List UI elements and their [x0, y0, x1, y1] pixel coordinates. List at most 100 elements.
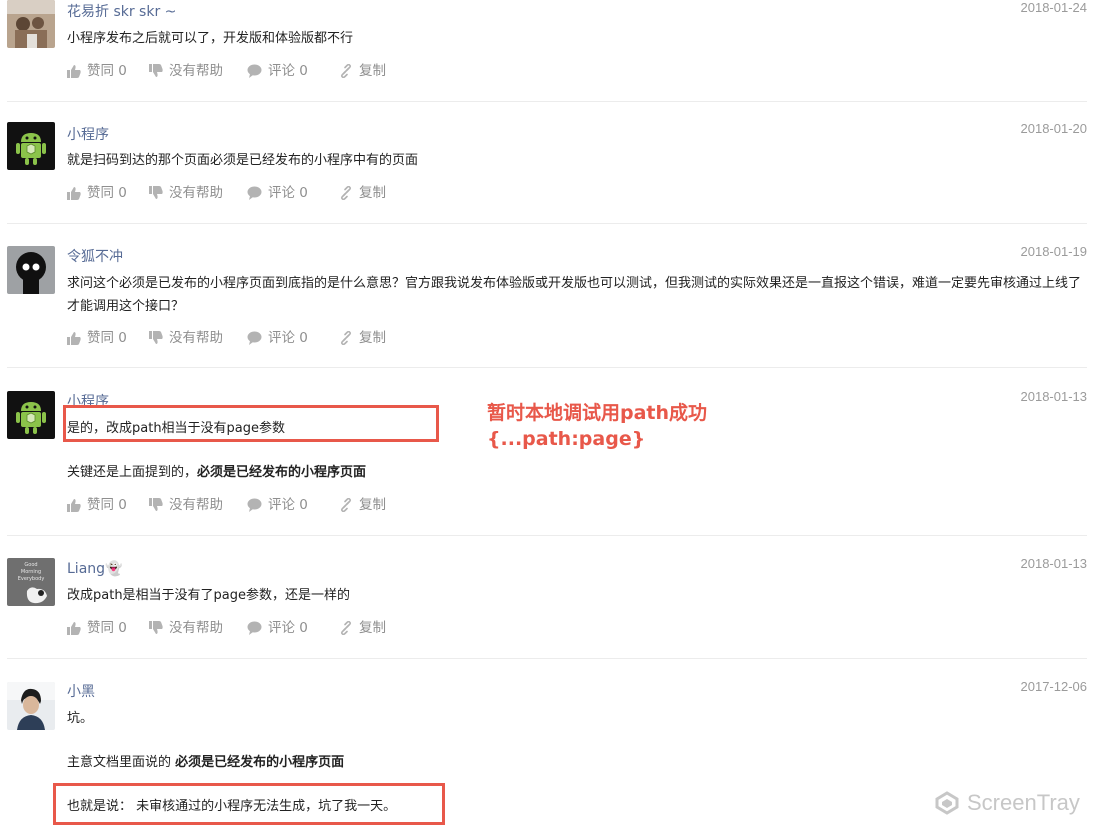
unhelpful-label: 没有帮助	[169, 497, 223, 513]
agree-button[interactable]: 赞同 0	[67, 495, 127, 515]
speech-bubble-icon	[247, 498, 262, 512]
speech-bubble-icon	[247, 186, 262, 200]
comment-label: 评论 0	[268, 185, 308, 201]
agree-label: 赞同 0	[87, 185, 127, 201]
thumbs-up-icon	[67, 499, 81, 512]
comment-label: 评论 0	[268, 63, 308, 79]
avatar[interactable]: Good Morning Everybody	[7, 558, 55, 606]
avatar[interactable]	[7, 391, 55, 439]
unhelpful-button[interactable]: 没有帮助	[149, 495, 223, 515]
agree-button[interactable]: 赞同 0	[67, 61, 127, 81]
avatar[interactable]	[7, 682, 55, 730]
thumbs-down-icon	[149, 498, 163, 511]
copy-button[interactable]: 复制	[339, 495, 386, 515]
highlight-box	[53, 783, 445, 825]
comment-button[interactable]: 评论 0	[247, 495, 308, 515]
agree-label: 赞同 0	[87, 330, 127, 346]
agree-label: 赞同 0	[87, 620, 127, 636]
agree-label: 赞同 0	[87, 63, 127, 79]
unhelpful-button[interactable]: 没有帮助	[149, 618, 223, 638]
comment-date: 2018-01-19	[1020, 244, 1088, 259]
divider	[7, 367, 1087, 368]
thumbs-down-icon	[149, 331, 163, 344]
author-name[interactable]: 令狐不冲	[67, 247, 123, 267]
link-icon	[340, 498, 352, 512]
thumbs-up-icon	[67, 332, 81, 345]
comment-label: 评论 0	[268, 330, 308, 346]
unhelpful-label: 没有帮助	[169, 185, 223, 201]
comment-date: 2018-01-24	[1020, 0, 1088, 15]
copy-button[interactable]: 复制	[339, 328, 386, 348]
copy-label: 复制	[359, 63, 386, 79]
comment-button[interactable]: 评论 0	[247, 183, 308, 203]
emphasis-prefix: 关键还是上面提到的，	[67, 465, 198, 480]
agree-button[interactable]: 赞同 0	[67, 328, 127, 348]
copy-label: 复制	[359, 497, 386, 513]
comment-label: 评论 0	[268, 497, 308, 513]
avatar-text: Everybody	[18, 576, 45, 582]
watermark-text: ScreenTray	[967, 790, 1080, 815]
screentray-logo-icon	[935, 791, 959, 815]
comment-text: 改成path是相当于没有了page参数，还是一样的	[67, 588, 351, 603]
watermark: ScreenTray	[933, 788, 1080, 818]
comment-button[interactable]: 评论 0	[247, 328, 308, 348]
agree-label: 赞同 0	[87, 497, 127, 513]
comment-text: 坑。	[67, 711, 94, 726]
divider	[7, 101, 1087, 102]
divider	[7, 658, 1087, 659]
copy-button[interactable]: 复制	[339, 618, 386, 638]
link-icon	[340, 331, 352, 345]
unhelpful-button[interactable]: 没有帮助	[149, 183, 223, 203]
thumbs-down-icon	[149, 186, 163, 199]
copy-label: 复制	[359, 620, 386, 636]
comment-label: 评论 0	[268, 620, 308, 636]
speech-bubble-icon	[247, 64, 262, 78]
link-icon	[340, 64, 352, 78]
comment-date: 2018-01-20	[1020, 121, 1088, 136]
author-name[interactable]: 小黑	[67, 682, 95, 702]
annotation-line-1: 暂时本地调试用path成功	[487, 402, 708, 424]
avatar[interactable]	[7, 122, 55, 170]
emphasis-bold: 必须是已经发布的小程序页面	[175, 755, 345, 770]
emphasis-bold: 必须是已经发布的小程序页面	[197, 465, 367, 480]
copy-label: 复制	[359, 330, 386, 346]
link-icon	[340, 186, 352, 200]
thumbs-down-icon	[149, 621, 163, 634]
comment-date: 2018-01-13	[1020, 389, 1088, 404]
unhelpful-label: 没有帮助	[169, 330, 223, 346]
avatar-text: Good	[24, 562, 37, 568]
copy-label: 复制	[359, 185, 386, 201]
thumbs-down-icon	[149, 64, 163, 77]
unhelpful-label: 没有帮助	[169, 63, 223, 79]
unhelpful-button[interactable]: 没有帮助	[149, 328, 223, 348]
link-icon	[340, 621, 352, 635]
avatar[interactable]	[7, 0, 55, 48]
speech-bubble-icon	[247, 621, 262, 635]
copy-button[interactable]: 复制	[339, 183, 386, 203]
agree-button[interactable]: 赞同 0	[67, 183, 127, 203]
comment-button[interactable]: 评论 0	[247, 618, 308, 638]
author-name[interactable]: 小程序	[67, 125, 109, 145]
author-name[interactable]: 花易折 skr skr ~	[67, 2, 176, 22]
unhelpful-label: 没有帮助	[169, 620, 223, 636]
unhelpful-button[interactable]: 没有帮助	[149, 61, 223, 81]
comment-date: 2018-01-13	[1020, 556, 1088, 571]
comment-button[interactable]: 评论 0	[247, 61, 308, 81]
agree-button[interactable]: 赞同 0	[67, 618, 127, 638]
comment-text: 小程序发布之后就可以了，开发版和体验版都不行	[67, 31, 354, 46]
divider	[7, 535, 1087, 536]
author-name[interactable]: Liang👻	[67, 559, 122, 579]
avatar[interactable]	[7, 246, 55, 294]
thumbs-up-icon	[67, 622, 81, 635]
comment-text: 就是扫码到达的那个页面必须是已经发布的小程序中有的页面	[67, 153, 419, 168]
copy-button[interactable]: 复制	[339, 61, 386, 81]
annotation-note: 暂时本地调试用path成功 {...path:page}	[487, 400, 707, 452]
thumbs-up-icon	[67, 187, 81, 200]
divider	[7, 223, 1087, 224]
annotation-line-2: {...path:page}	[487, 428, 646, 450]
comment-text-emphasis: 主意文档里面说的 必须是已经发布的小程序页面	[67, 751, 1087, 774]
emphasis-prefix: 主意文档里面说的	[67, 755, 176, 770]
thumbs-up-icon	[67, 65, 81, 78]
speech-bubble-icon	[247, 331, 262, 345]
highlight-box	[63, 405, 439, 442]
